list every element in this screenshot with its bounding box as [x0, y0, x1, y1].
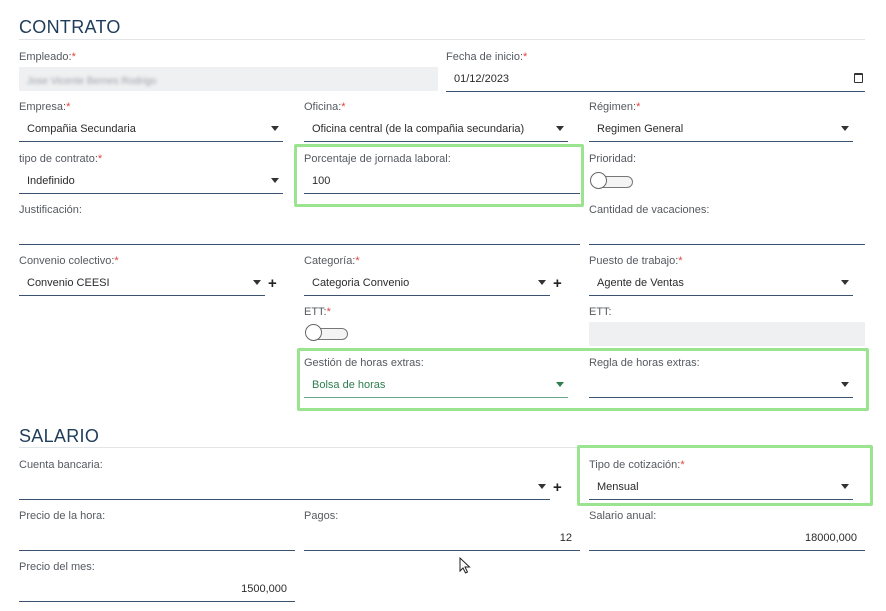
add-categoria-button[interactable]: +: [553, 276, 562, 291]
justificacion-input[interactable]: [19, 220, 580, 245]
oficina-value: Oficina central (de la compañia secundar…: [312, 123, 525, 135]
highlight-box: [577, 445, 873, 506]
ett-field-label: ETT:: [589, 306, 612, 318]
ett-toggle[interactable]: [305, 324, 348, 341]
puesto-label: Puesto de trabajo:*: [589, 255, 683, 267]
regimen-value: Regimen General: [597, 123, 684, 135]
caret-down-icon[interactable]: [538, 280, 546, 285]
tipo-contrato-label: tipo de contrato:*: [19, 153, 103, 165]
vacaciones-label: Cantidad de vacaciones:: [589, 204, 710, 216]
caret-down-icon[interactable]: [538, 484, 546, 489]
empleado-field: Jose Vicente Bernes Rodrigo: [19, 67, 438, 91]
pagos-label: Pagos:: [304, 510, 339, 522]
fecha-inicio-value: 01/12/2023: [454, 73, 510, 85]
categoria-label: Categoría:*: [304, 255, 360, 267]
add-convenio-button[interactable]: +: [268, 276, 277, 291]
tipo-contrato-select[interactable]: Indefinido: [19, 169, 283, 194]
caret-down-icon[interactable]: [271, 126, 279, 131]
precio-mes-label: Precio del mes:: [19, 561, 95, 573]
categoria-select[interactable]: Categoria Convenio: [304, 271, 550, 296]
pagos-value: 12: [559, 532, 572, 544]
ett-field: [589, 322, 865, 346]
oficina-select[interactable]: Oficina central (de la compañia secundar…: [304, 117, 568, 142]
regimen-label: Régimen:*: [589, 101, 641, 113]
cuenta-bancaria-label: Cuenta bancaria:: [19, 459, 103, 471]
caret-down-icon[interactable]: [556, 126, 564, 131]
oficina-label: Oficina:*: [304, 101, 346, 113]
fecha-inicio-input[interactable]: 01/12/2023: [446, 67, 865, 92]
ett-label: ETT:*: [304, 306, 331, 318]
empresa-select[interactable]: Compañia Secundaria: [19, 117, 283, 142]
convenio-label: Convenio colectivo:*: [19, 255, 119, 267]
highlight-box: [294, 144, 584, 207]
salario-anual-label: Salario anual:: [589, 510, 657, 522]
calendar-icon[interactable]: [854, 73, 863, 83]
puesto-value: Agente de Ventas: [597, 277, 684, 289]
categoria-value: Categoria Convenio: [312, 277, 410, 289]
add-cuenta-button[interactable]: +: [553, 480, 562, 495]
precio-mes-value: 1500,000: [241, 583, 287, 595]
mouse-pointer-icon: [459, 557, 471, 574]
empresa-label: Empresa:*: [19, 101, 71, 113]
section-title-salario: SALARIO: [19, 426, 100, 446]
vacaciones-input[interactable]: [589, 220, 865, 245]
empleado-label: Empleado:*: [19, 51, 76, 63]
section-title-contrato: CONTRATO: [19, 17, 121, 37]
cuenta-bancaria-select[interactable]: [19, 475, 550, 500]
caret-down-icon[interactable]: [841, 280, 849, 285]
precio-mes-input[interactable]: 1500,000: [19, 577, 295, 602]
salario-anual-value: 18000,000: [805, 532, 857, 544]
toggle-knob: [305, 324, 322, 341]
prioridad-label: Prioridad:: [589, 153, 637, 165]
toggle-knob: [590, 172, 607, 189]
caret-down-icon[interactable]: [841, 126, 849, 131]
convenio-select[interactable]: Convenio CEESI: [19, 271, 265, 296]
precio-hora-input[interactable]: [19, 526, 295, 551]
empleado-value: Jose Vicente Bernes Rodrigo: [27, 76, 157, 87]
section-divider: [19, 447, 579, 448]
justificacion-label: Justificación:: [19, 204, 82, 216]
section-divider: [19, 39, 865, 40]
tipo-contrato-value: Indefinido: [27, 175, 75, 187]
fecha-inicio-label: Fecha de inicio:*: [446, 51, 528, 63]
pagos-input[interactable]: 12: [304, 526, 580, 551]
highlight-box: [297, 348, 869, 411]
convenio-value: Convenio CEESI: [27, 277, 110, 289]
salario-anual-input[interactable]: 18000,000: [589, 526, 865, 551]
empresa-value: Compañia Secundaria: [27, 123, 136, 135]
precio-hora-label: Precio de la hora:: [19, 510, 106, 522]
prioridad-toggle[interactable]: [590, 172, 633, 189]
caret-down-icon[interactable]: [271, 178, 279, 183]
caret-down-icon[interactable]: [253, 280, 261, 285]
puesto-select[interactable]: Agente de Ventas: [589, 271, 853, 296]
regimen-select[interactable]: Regimen General: [589, 117, 853, 142]
